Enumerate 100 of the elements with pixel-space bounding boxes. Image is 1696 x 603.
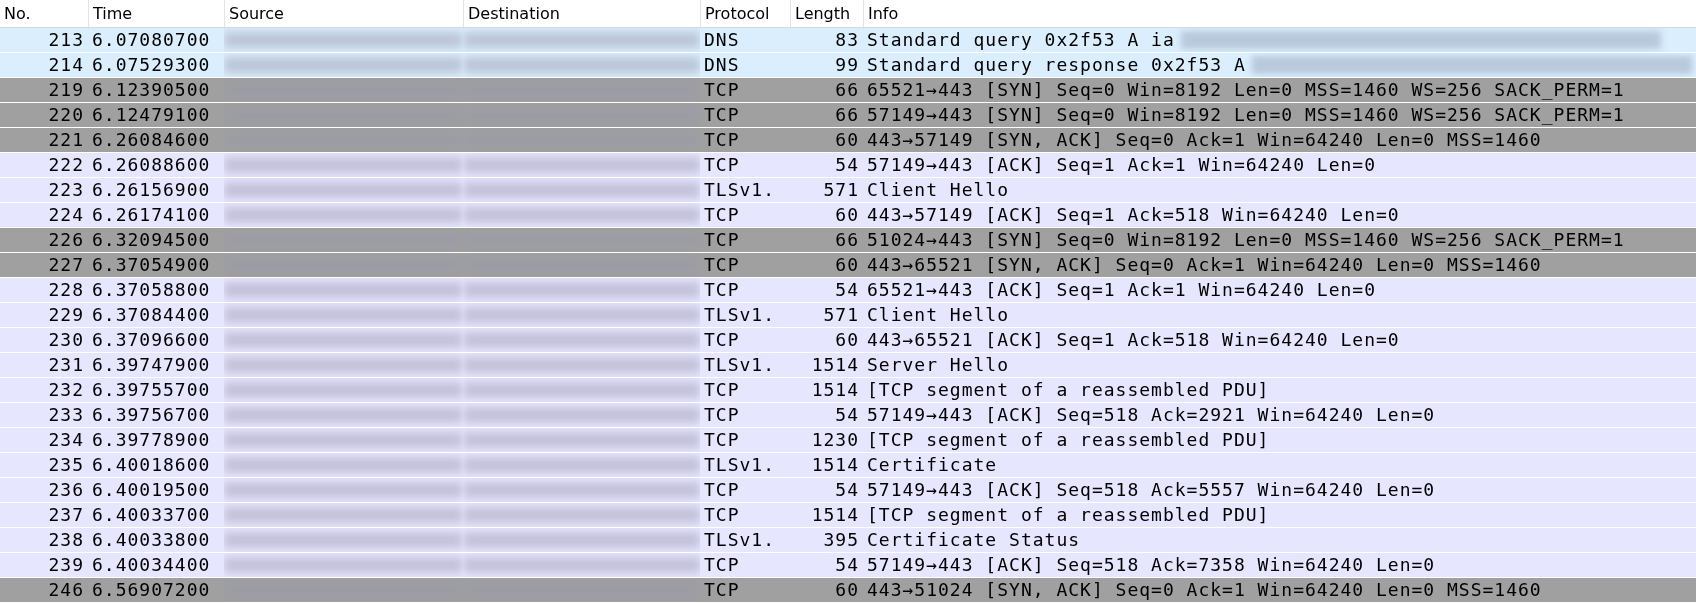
info-cell: 65521→443 [SYN] Seq=0 Win=8192 Len=0 MSS=1460 WS=256 SACK_PERM=1 bbox=[867, 78, 1625, 102]
packet-row[interactable]: 230 6.37096600 TCP 60 443→65521 [ACK] Seq=1 Ack=518 Win=64240 Len=0 bbox=[0, 328, 1696, 353]
length-cell: 54 bbox=[835, 278, 859, 302]
packet-row[interactable]: 213 6.07080700 DNS 83 Standard query 0x2f53 A ia bbox=[0, 28, 1696, 53]
column-header[interactable]: Destination bbox=[463, 0, 700, 27]
packet-time: 6.26174100 bbox=[92, 203, 211, 227]
packet-number: 220 bbox=[48, 103, 84, 127]
packet-time: 6.37058800 bbox=[92, 278, 211, 302]
packet-number: 224 bbox=[48, 203, 84, 227]
packet-number: 222 bbox=[48, 153, 84, 177]
protocol-cell: TCP bbox=[704, 203, 740, 227]
packet-time: 6.07529300 bbox=[92, 53, 211, 77]
length-cell: 1230 bbox=[811, 428, 859, 452]
packet-row[interactable]: 239 6.40034400 TCP 54 57149→443 [ACK] Seq=518 Ack=7358 Win=64240 Len=0 bbox=[0, 553, 1696, 578]
packet-number: 226 bbox=[48, 228, 84, 252]
protocol-cell: TCP bbox=[704, 578, 740, 602]
protocol-cell: TCP bbox=[704, 228, 740, 252]
packet-row[interactable]: 235 6.40018600 TLSv1. 1514 Certificate bbox=[0, 453, 1696, 478]
protocol-cell: TCP bbox=[704, 503, 740, 527]
length-cell: 54 bbox=[835, 553, 859, 577]
packet-time: 6.40018600 bbox=[92, 453, 211, 477]
packet-row[interactable]: 229 6.37084400 TLSv1. 571 Client Hello bbox=[0, 303, 1696, 328]
info-cell: [TCP segment of a reassembled PDU] bbox=[867, 378, 1270, 402]
protocol-cell: TLSv1. bbox=[704, 353, 776, 377]
packet-number: 228 bbox=[48, 278, 84, 302]
packet-row[interactable]: 228 6.37058800 TCP 54 65521→443 [ACK] Seq=1 Ack=1 Win=64240 Len=0 bbox=[0, 278, 1696, 303]
packet-number: 239 bbox=[48, 553, 84, 577]
length-cell: 54 bbox=[835, 153, 859, 177]
packet-row[interactable]: 232 6.39755700 TCP 1514 [TCP segment of a reassembled PDU] bbox=[0, 378, 1696, 403]
packet-row[interactable]: 231 6.39747900 TLSv1. 1514 Server Hello bbox=[0, 353, 1696, 378]
info-cell: Client Hello bbox=[867, 303, 1010, 327]
packet-time: 6.37096600 bbox=[92, 328, 211, 352]
packet-time: 6.39756700 bbox=[92, 403, 211, 427]
info-cell: 57149→443 [ACK] Seq=518 Ack=7358 Win=64240 Len=0 bbox=[867, 553, 1436, 577]
protocol-cell: TCP bbox=[704, 428, 740, 452]
column-header[interactable]: Time bbox=[88, 0, 224, 27]
packet-number: 237 bbox=[48, 503, 84, 527]
packet-time: 6.40033800 bbox=[92, 528, 211, 552]
packet-row[interactable]: 224 6.26174100 TCP 60 443→57149 [ACK] Seq=1 Ack=518 Win=64240 Len=0 bbox=[0, 203, 1696, 228]
length-cell: 66 bbox=[835, 78, 859, 102]
packet-time: 6.56907200 bbox=[92, 578, 211, 602]
packet-number: 229 bbox=[48, 303, 84, 327]
packet-number: 231 bbox=[48, 353, 84, 377]
packet-row[interactable]: 238 6.40033800 TLSv1. 395 Certificate Status bbox=[0, 528, 1696, 553]
packet-number: 233 bbox=[48, 403, 84, 427]
packet-number: 219 bbox=[48, 78, 84, 102]
length-cell: 54 bbox=[835, 403, 859, 427]
protocol-cell: DNS bbox=[704, 53, 740, 77]
protocol-cell: TLSv1. bbox=[704, 303, 776, 327]
info-cell: 443→65521 [SYN, ACK] Seq=0 Ack=1 Win=64240 Len=0 MSS=1460 bbox=[867, 253, 1542, 277]
packet-time: 6.07080700 bbox=[92, 28, 211, 52]
protocol-cell: TCP bbox=[704, 378, 740, 402]
packet-time: 6.40033700 bbox=[92, 503, 211, 527]
protocol-cell: TCP bbox=[704, 253, 740, 277]
packet-number: 230 bbox=[48, 328, 84, 352]
length-cell: 60 bbox=[835, 328, 859, 352]
packet-number: 227 bbox=[48, 253, 84, 277]
length-cell: 99 bbox=[835, 53, 859, 77]
packet-time: 6.40019500 bbox=[92, 478, 211, 502]
column-header[interactable]: Protocol bbox=[700, 0, 790, 27]
column-header[interactable]: Info bbox=[863, 0, 1696, 27]
packet-row[interactable]: 237 6.40033700 TCP 1514 [TCP segment of a reassembled PDU] bbox=[0, 503, 1696, 528]
packet-time: 6.39747900 bbox=[92, 353, 211, 377]
packet-row[interactable]: 233 6.39756700 TCP 54 57149→443 [ACK] Seq=518 Ack=2921 Win=64240 Len=0 bbox=[0, 403, 1696, 428]
packet-time: 6.39778900 bbox=[92, 428, 211, 452]
protocol-cell: TCP bbox=[704, 478, 740, 502]
info-cell: 443→57149 [SYN, ACK] Seq=0 Ack=1 Win=64240 Len=0 MSS=1460 bbox=[867, 128, 1542, 152]
packet-time: 6.32094500 bbox=[92, 228, 211, 252]
length-cell: 60 bbox=[835, 253, 859, 277]
packet-row[interactable]: 234 6.39778900 TCP 1230 [TCP segment of a reassembled PDU] bbox=[0, 428, 1696, 453]
packet-row[interactable]: 236 6.40019500 TCP 54 57149→443 [ACK] Seq=518 Ack=5557 Win=64240 Len=0 bbox=[0, 478, 1696, 503]
length-cell: 60 bbox=[835, 128, 859, 152]
info-cell: Standard query response 0x2f53 A bbox=[867, 53, 1246, 77]
column-header[interactable]: Length bbox=[790, 0, 863, 27]
packet-number: 236 bbox=[48, 478, 84, 502]
protocol-cell: TCP bbox=[704, 403, 740, 427]
length-cell: 571 bbox=[823, 303, 859, 327]
packet-number: 238 bbox=[48, 528, 84, 552]
packet-time: 6.37054900 bbox=[92, 253, 211, 277]
packet-row[interactable]: 223 6.26156900 TLSv1. 571 Client Hello bbox=[0, 178, 1696, 203]
packet-row[interactable]: 214 6.07529300 DNS 99 Standard query response 0x2f53 A bbox=[0, 53, 1696, 78]
packet-time: 6.37084400 bbox=[92, 303, 211, 327]
column-header[interactable]: Source bbox=[224, 0, 463, 27]
protocol-cell: TLSv1. bbox=[704, 528, 776, 552]
packet-number: 234 bbox=[48, 428, 84, 452]
packet-time: 6.26084600 bbox=[92, 128, 211, 152]
length-cell: 1514 bbox=[811, 453, 859, 477]
packet-number: 214 bbox=[48, 53, 84, 77]
column-header[interactable]: No. bbox=[0, 0, 88, 27]
length-cell: 60 bbox=[835, 578, 859, 602]
info-cell: [TCP segment of a reassembled PDU] bbox=[867, 428, 1270, 452]
packet-time: 6.12390500 bbox=[92, 78, 211, 102]
packet-number: 232 bbox=[48, 378, 84, 402]
info-cell: 57149→443 [ACK] Seq=518 Ack=2921 Win=64240 Len=0 bbox=[867, 403, 1436, 427]
info-cell: Server Hello bbox=[867, 353, 1010, 377]
protocol-cell: TCP bbox=[704, 78, 740, 102]
packet-number: 221 bbox=[48, 128, 84, 152]
protocol-cell: TCP bbox=[704, 128, 740, 152]
packet-row[interactable]: 222 6.26088600 TCP 54 57149→443 [ACK] Seq=1 Ack=1 Win=64240 Len=0 bbox=[0, 153, 1696, 178]
protocol-cell: TCP bbox=[704, 553, 740, 577]
